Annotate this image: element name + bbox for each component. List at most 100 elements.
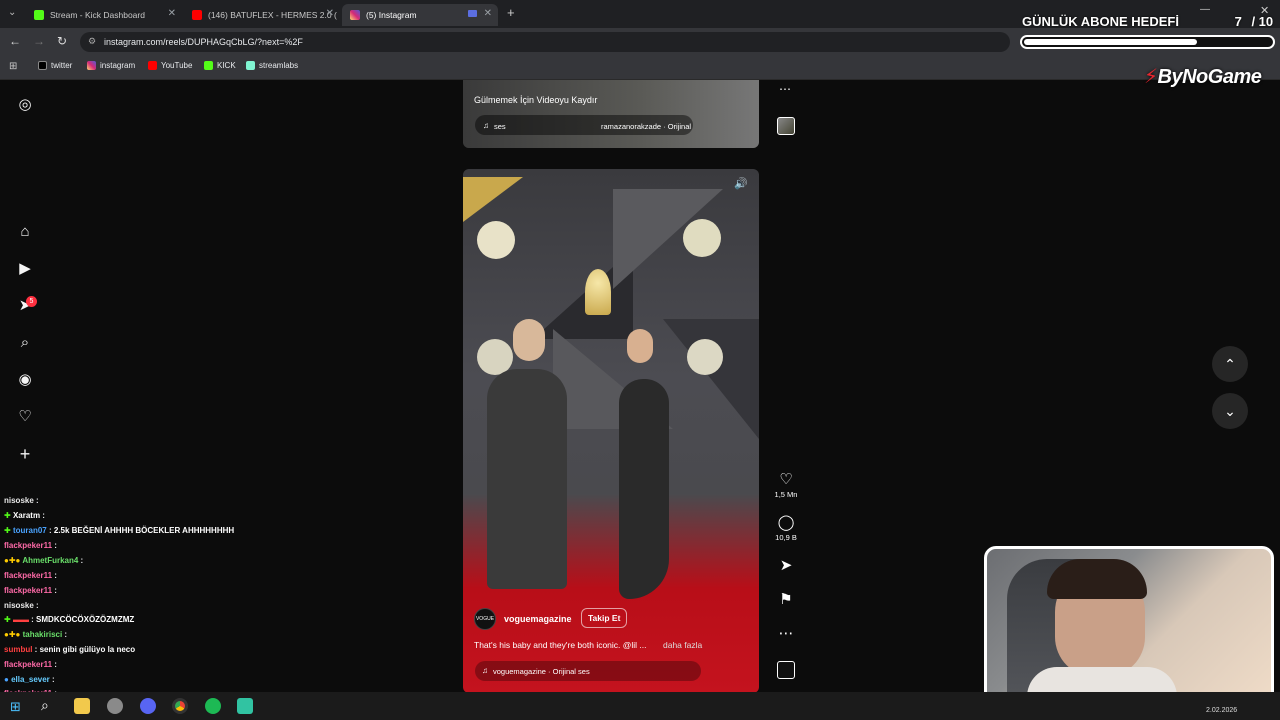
person-man-head xyxy=(513,319,545,361)
user-avatar[interactable]: VOGUE xyxy=(474,608,496,630)
current-reel[interactable]: 🔊 VOGUE voguemagazine Takip Et That's hi… xyxy=(463,169,759,693)
reload-icon[interactable]: ↻ xyxy=(57,34,67,48)
windows-start-icon[interactable]: ⊞ xyxy=(10,699,21,715)
url-text: instagram.com/reels/DUPHAGqCbLG/?next=%2… xyxy=(104,37,303,47)
brand-logo-icon: ⚡ xyxy=(1144,66,1158,88)
brand-logo-text: ByNoGame xyxy=(1157,66,1262,88)
goal-progress-fill xyxy=(1024,39,1197,45)
bookmark-label: twitter xyxy=(51,61,73,70)
badge-icon: ●✚● xyxy=(4,630,21,639)
audio-thumbnail[interactable] xyxy=(777,661,795,679)
chat-user: AhmetFurkan4 xyxy=(22,556,79,565)
audio-label: ses xyxy=(494,122,506,131)
goal-title-text: GÜNLÜK ABONE HEDEFİ xyxy=(1022,14,1179,29)
reel-caption: Gülmemek İçin Videoyu Kaydır xyxy=(474,95,598,105)
previous-reel-button[interactable]: ⌃ xyxy=(1212,346,1248,382)
badge-icon: ●✚● xyxy=(4,556,21,565)
music-icon: ♫ xyxy=(482,666,488,675)
save-button[interactable]: ⚑ xyxy=(774,590,798,608)
share-button[interactable]: ➤ xyxy=(774,556,798,574)
badge-icon: ✚ xyxy=(4,511,11,520)
bookmark-youtube[interactable]: YouTube xyxy=(148,61,192,70)
search-icon[interactable]: ⌕ xyxy=(41,697,49,714)
chat-user: ella_sever xyxy=(11,675,50,684)
streamlabs-icon[interactable] xyxy=(237,698,253,714)
chat-message: ●✚● AhmetFurkan4 : xyxy=(4,556,84,565)
chat-user: sumbul xyxy=(4,645,33,654)
cbs-logo-icon xyxy=(687,339,723,375)
audio-label: voguemagazine · Orijinal ses xyxy=(493,667,590,676)
kick-icon xyxy=(34,10,44,20)
audio-thumbnail[interactable] xyxy=(777,117,795,135)
next-reel-button[interactable]: ⌄ xyxy=(1212,393,1248,429)
tab-youtube[interactable]: (146) BATUFLEX - HERMES 2.0 ( ✕ xyxy=(184,4,340,26)
tab-search-icon[interactable]: ⌄ xyxy=(8,7,16,18)
chat-message: flackpeker11 : xyxy=(4,660,57,669)
heart-icon[interactable]: ♡ xyxy=(16,408,34,426)
badge-icon: ● xyxy=(4,675,9,684)
more-options-icon: ⋯ xyxy=(778,625,794,642)
like-count: 1,5 Mn xyxy=(774,490,798,499)
more-options-icon[interactable]: ⋯ xyxy=(779,82,791,96)
chat-user: flackpeker11 xyxy=(4,541,53,550)
chat-message: flackpeker11 : xyxy=(4,541,57,550)
x-icon xyxy=(38,61,47,70)
close-icon[interactable]: ✕ xyxy=(484,8,492,19)
search-icon[interactable]: ⌕ xyxy=(16,334,34,352)
chat-text: 2.5k BEĞENİ AHHHH BÖCEKLER AHHHHHHHH xyxy=(53,526,235,535)
cast-icon xyxy=(468,10,477,17)
file-explorer-icon[interactable] xyxy=(74,698,90,714)
app-icon[interactable] xyxy=(107,698,123,714)
goal-progress-bar xyxy=(1020,35,1275,49)
instagram-icon xyxy=(87,61,96,70)
username[interactable]: voguemagazine xyxy=(504,614,572,624)
site-info-icon[interactable]: ⚙ xyxy=(88,36,96,47)
more-link[interactable]: daha fazla xyxy=(663,640,702,650)
person-woman-head xyxy=(627,329,653,363)
url-field[interactable]: ⚙ instagram.com/reels/DUPHAGqCbLG/?next=… xyxy=(80,32,1010,52)
chat-user: nisoske xyxy=(4,496,34,505)
tab-kick-dashboard[interactable]: Stream - Kick Dashboard ✕ xyxy=(26,4,182,26)
person-woman xyxy=(619,379,669,599)
chat-text: SMDKCÖCÖXÖZÖZMZMZ xyxy=(36,615,135,624)
tab-instagram[interactable]: (5) Instagram ✕ xyxy=(342,4,498,26)
create-icon[interactable]: + xyxy=(16,445,34,463)
chat-message: ✚ ▬▬ : SMDKCÖCÖXÖZÖZMZMZ xyxy=(4,615,135,624)
bookmark-kick[interactable]: KICK xyxy=(204,61,236,70)
chat-message: ✚ Xaratm : xyxy=(4,511,45,520)
like-button[interactable]: ♡ 1,5 Mn xyxy=(774,470,798,499)
previous-reel[interactable]: Gülmemek İçin Videoyu Kaydır ♫ ses ramaz… xyxy=(463,80,759,148)
explore-icon[interactable]: ◉ xyxy=(16,371,34,389)
back-icon[interactable]: ← xyxy=(9,34,21,48)
comment-button[interactable]: ◯ 10,9 B xyxy=(774,513,798,542)
close-icon[interactable]: ✕ xyxy=(326,8,334,19)
reel-thumbnail xyxy=(463,80,759,148)
goal-current: 7 xyxy=(1234,14,1242,29)
chat-user: nisoske xyxy=(4,601,34,610)
bookmark-streamlabs[interactable]: streamlabs xyxy=(246,61,298,70)
instagram-icon xyxy=(350,10,360,20)
comment-count: 10,9 B xyxy=(775,533,797,542)
more-button[interactable]: ⋯ xyxy=(774,624,798,642)
tab-title: Stream - Kick Dashboard xyxy=(50,10,145,20)
chat-text: senin gibi gülüyo la neco xyxy=(39,645,136,654)
close-icon[interactable]: ✕ xyxy=(168,8,176,19)
bookmark-twitter[interactable]: twitter xyxy=(38,61,72,70)
goal-title: GÜNLÜK ABONE HEDEFİ 7 / 10 xyxy=(1022,14,1273,29)
taskbar-date: 2.02.2026 xyxy=(1206,707,1238,714)
follow-button[interactable]: Takip Et xyxy=(581,608,628,628)
spotify-icon[interactable] xyxy=(205,698,221,714)
new-tab-button[interactable]: + xyxy=(507,5,515,20)
bookmark-instagram[interactable]: instagram xyxy=(87,61,135,70)
discord-icon[interactable] xyxy=(140,698,156,714)
apps-icon[interactable]: ⊞ xyxy=(9,61,17,72)
home-icon[interactable]: ⌂ xyxy=(16,223,34,241)
forward-icon[interactable]: → xyxy=(33,34,45,48)
reels-icon[interactable]: ▶ xyxy=(16,260,34,278)
youtube-icon xyxy=(192,10,202,20)
chat-message: flackpeker11 : xyxy=(4,586,57,595)
instagram-logo-icon[interactable]: ◎ xyxy=(16,96,34,114)
chrome-icon[interactable] xyxy=(172,698,188,714)
webcam-feed xyxy=(984,546,1274,708)
volume-icon[interactable]: 🔊 xyxy=(734,177,748,190)
